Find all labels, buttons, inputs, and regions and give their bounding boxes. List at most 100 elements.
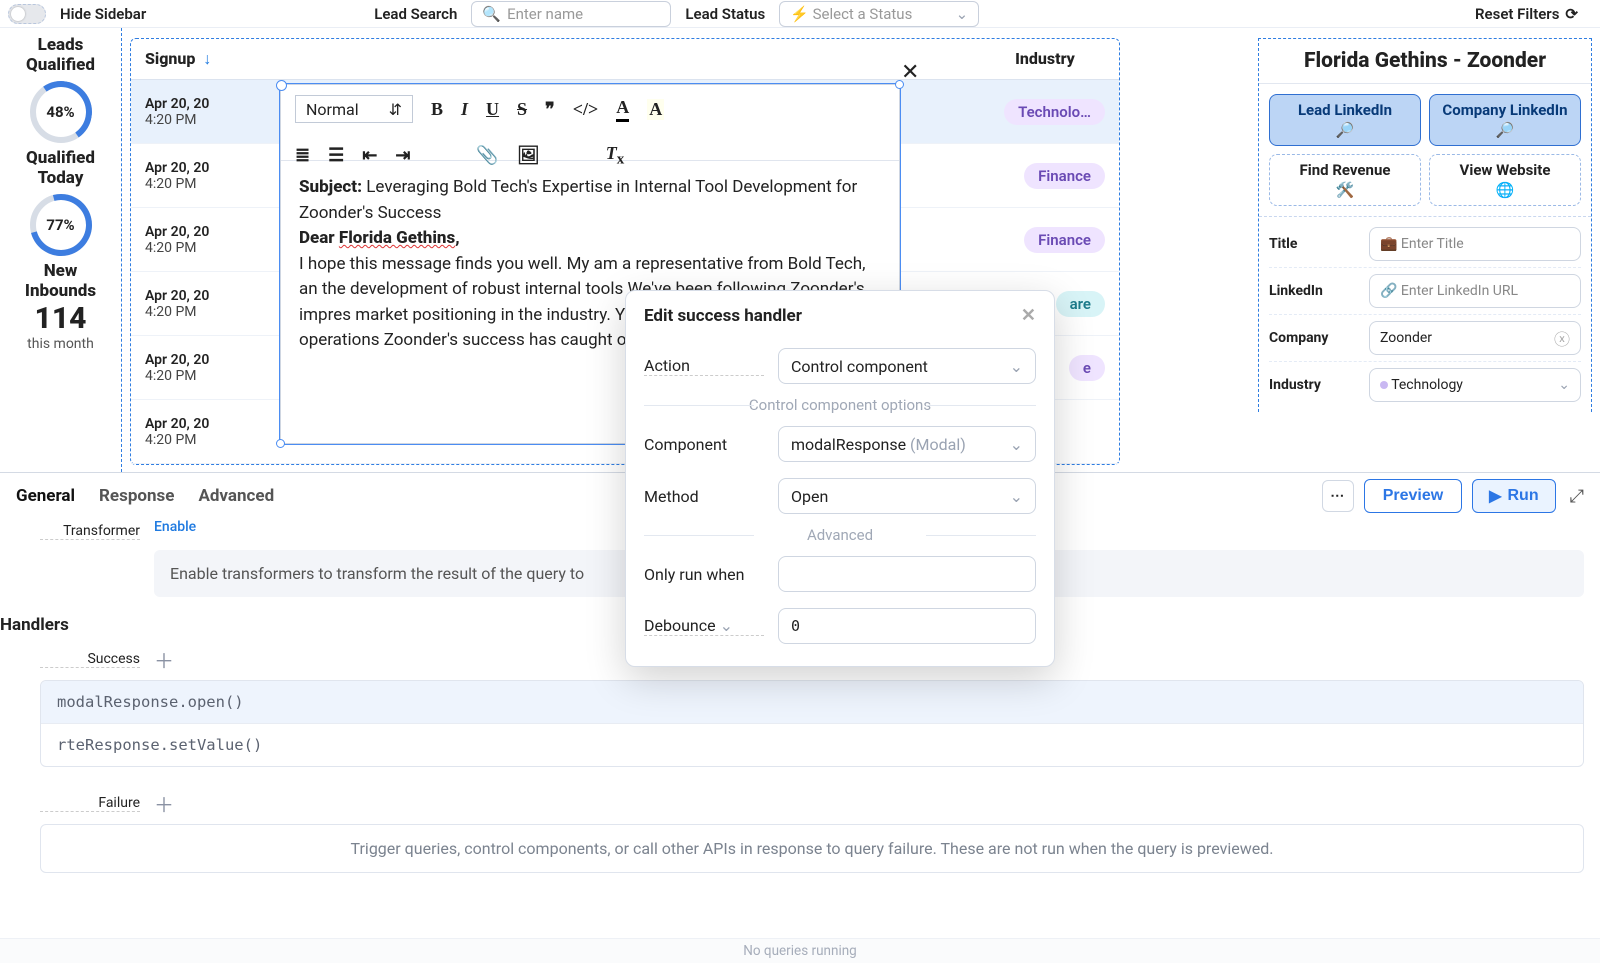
filter-bar: Hide Sidebar Lead Search 🔍 Enter name Le… xyxy=(0,0,1600,28)
lead-search-input[interactable]: 🔍 Enter name xyxy=(471,1,671,27)
signup-header-label: Signup xyxy=(145,49,195,68)
metric-value: 48% xyxy=(46,103,74,121)
only-run-when-input[interactable] xyxy=(778,556,1036,592)
run-button[interactable]: ▶ Run xyxy=(1472,479,1555,513)
debounce-label-text: Debounce xyxy=(644,616,716,635)
qualified-today-card: Qualified Today 77% xyxy=(4,149,117,256)
industry-cell: Finance xyxy=(1024,163,1119,189)
industry-badge: Finance xyxy=(1024,163,1105,189)
linkedin-placeholder: Enter LinkedIn URL xyxy=(1401,283,1518,299)
bold-icon[interactable]: B xyxy=(431,99,443,120)
transformer-enable-link[interactable]: Enable xyxy=(154,519,196,535)
tab-response[interactable]: Response xyxy=(99,486,174,506)
lead-detail-panel: Florida Gethins - Zoonder Lead LinkedIn … xyxy=(1258,38,1592,412)
industry-select[interactable]: Technology ⌄ xyxy=(1369,368,1581,402)
signup-cell: Apr 20, 204:20 PM xyxy=(131,92,223,132)
lead-status-select[interactable]: ⚡ Select a Status ⌄ xyxy=(779,1,979,27)
preview-button[interactable]: Preview xyxy=(1364,479,1462,513)
chevron-down-icon: ⌄ xyxy=(956,5,969,23)
linkedin-input[interactable]: 🔗 Enter LinkedIn URL xyxy=(1369,274,1581,308)
title-input[interactable]: 💼 Enter Title xyxy=(1369,227,1581,261)
unordered-list-icon[interactable]: ☰ xyxy=(328,145,344,166)
handler-item[interactable]: rteResponse.setValue() xyxy=(41,723,1583,766)
company-input[interactable]: Zoonder ⓧ xyxy=(1369,321,1581,355)
debounce-input[interactable]: 0 xyxy=(778,608,1036,644)
title-label: Title xyxy=(1269,236,1359,252)
industry-badge: are xyxy=(1056,291,1105,317)
signup-cell: Apr 20, 204:20 PM xyxy=(131,412,223,452)
component-type: (Modal) xyxy=(910,435,966,454)
outdent-icon[interactable]: ⇤ xyxy=(362,145,377,166)
clear-icon[interactable]: ⓧ xyxy=(1554,326,1570,350)
popover-title: Edit success handler xyxy=(644,306,802,326)
new-inbounds-sub: this month xyxy=(4,336,117,352)
quote-icon[interactable]: ❞ xyxy=(545,99,555,120)
modal-close-button[interactable]: ✕ xyxy=(901,60,919,85)
company-linkedin-button[interactable]: Company LinkedIn 🔎 xyxy=(1429,94,1581,146)
format-select[interactable]: Normal ⇵ xyxy=(295,95,413,123)
highlight-icon[interactable]: A xyxy=(647,99,664,120)
signup-header[interactable]: Signup ↓ xyxy=(131,39,971,79)
leads-qualified-donut: 48% xyxy=(30,81,92,143)
subject-label: Subject: xyxy=(299,177,362,197)
salutation-suffix: , xyxy=(455,228,459,248)
metric-title: New xyxy=(4,262,117,282)
lead-status-label: Lead Status xyxy=(685,5,765,23)
lead-linkedin-button[interactable]: Lead LinkedIn 🔎 xyxy=(1269,94,1421,146)
italic-icon[interactable]: I xyxy=(461,99,468,120)
signup-cell: Apr 20, 204:20 PM xyxy=(131,156,223,196)
code-icon[interactable]: </> xyxy=(573,99,599,120)
metric-title: Today xyxy=(4,169,117,189)
industry-cell: are xyxy=(1056,291,1119,317)
method-label: Method xyxy=(644,487,764,506)
expand-icon[interactable]: ⤢ xyxy=(1570,486,1584,507)
clear-format-icon[interactable]: Tx xyxy=(606,143,625,169)
button-label: Lead LinkedIn xyxy=(1298,101,1392,119)
industry-cell: Finance xyxy=(1024,227,1119,253)
hide-sidebar-toggle[interactable] xyxy=(8,4,46,24)
find-revenue-button[interactable]: Find Revenue 🛠️ xyxy=(1269,154,1421,206)
handler-item[interactable]: modalResponse.open() xyxy=(41,681,1583,723)
industry-header[interactable]: Industry xyxy=(971,39,1119,79)
options-section-label: Control component options xyxy=(626,392,1054,418)
chevron-down-icon: ⌄ xyxy=(720,616,733,635)
metric-value: 77% xyxy=(46,216,74,234)
image-icon[interactable]: 🖼 xyxy=(517,145,540,166)
strike-icon[interactable]: S xyxy=(517,99,527,120)
button-label: View Website xyxy=(1460,161,1551,179)
more-button[interactable]: ⋯ xyxy=(1322,480,1354,512)
tab-general[interactable]: General xyxy=(16,486,75,506)
tab-advanced[interactable]: Advanced xyxy=(198,486,274,506)
search-icon: 🔍 xyxy=(482,5,501,23)
button-label: Find Revenue xyxy=(1300,161,1391,179)
attachment-icon[interactable]: 📎 xyxy=(476,145,498,166)
select-chevron-icon: ⇵ xyxy=(389,100,402,119)
failure-handlers-label: Failure xyxy=(40,795,140,812)
success-handlers-list: modalResponse.open()rteResponse.setValue… xyxy=(40,680,1584,767)
industry-badge: e xyxy=(1069,355,1105,381)
title-placeholder: Enter Title xyxy=(1401,236,1464,252)
action-select[interactable]: Control component ⌄ xyxy=(778,348,1036,384)
lead-status-placeholder: Select a Status xyxy=(813,5,913,23)
leads-qualified-card: Leads Qualified 48% xyxy=(4,36,117,143)
bolt-icon: ⚡ xyxy=(790,5,809,23)
new-inbounds-value: 114 xyxy=(4,301,117,336)
ordered-list-icon[interactable]: ≣ xyxy=(295,145,310,166)
add-success-handler-button[interactable]: ＋ xyxy=(154,645,174,674)
advanced-section-label: Advanced xyxy=(626,522,1054,548)
industry-label: Industry xyxy=(1269,377,1359,393)
reset-filters-button[interactable]: Reset Filters ⟳ xyxy=(1475,5,1592,23)
signup-cell: Apr 20, 204:20 PM xyxy=(131,284,223,324)
text-color-icon[interactable]: A xyxy=(616,97,629,122)
popover-close-button[interactable]: ✕ xyxy=(1021,305,1036,326)
metric-title: Leads xyxy=(4,36,117,56)
qualified-today-donut: 77% xyxy=(30,194,92,256)
play-icon: ▶ xyxy=(1489,486,1501,506)
component-select[interactable]: modalResponse (Modal) ⌄ xyxy=(778,426,1036,462)
method-select[interactable]: Open ⌄ xyxy=(778,478,1036,514)
hide-sidebar-label: Hide Sidebar xyxy=(60,5,146,23)
add-failure-handler-button[interactable]: ＋ xyxy=(154,789,174,818)
view-website-button[interactable]: View Website 🌐 xyxy=(1429,154,1581,206)
indent-icon[interactable]: ⇥ xyxy=(395,145,410,166)
underline-icon[interactable]: U xyxy=(486,99,499,120)
